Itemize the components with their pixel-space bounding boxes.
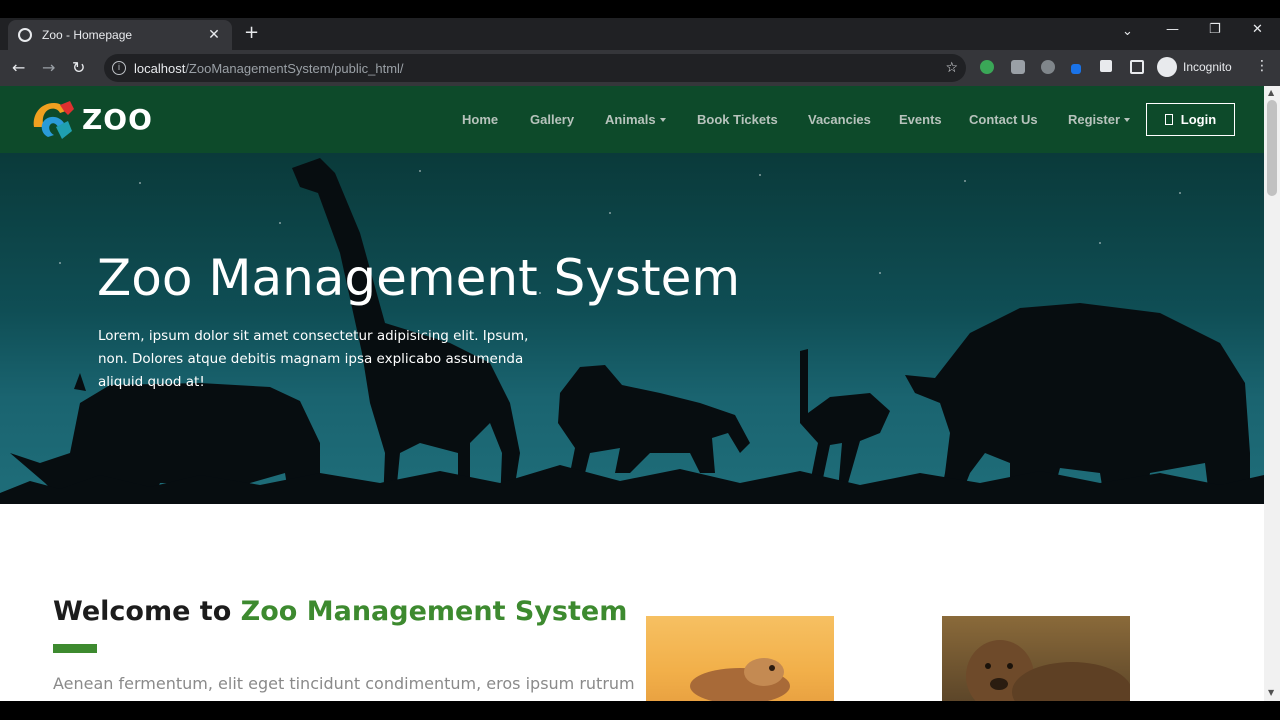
nav-events[interactable]: Events: [899, 86, 942, 153]
pen-icon[interactable]: [1071, 64, 1081, 74]
login-label: Login: [1180, 112, 1217, 127]
side-panel-icon[interactable]: [1130, 60, 1144, 74]
welcome-heading: Welcome to Zoo Management System: [53, 596, 627, 627]
scroll-down-icon[interactable]: ▼: [1268, 688, 1274, 697]
bear-photo: [942, 616, 1130, 701]
star-icon[interactable]: ☆: [945, 60, 958, 76]
hero-banner: Zoo Management System Lorem, ipsum dolor…: [0, 153, 1264, 504]
reload-icon[interactable]: ↻: [72, 58, 85, 77]
tab-search-icon[interactable]: ⌄: [1122, 24, 1133, 39]
menu-icon[interactable]: ⋮: [1255, 58, 1269, 74]
incognito-label: Incognito: [1183, 60, 1232, 74]
screen-bottom-border: [0, 701, 1280, 720]
restore-icon[interactable]: ❐: [1209, 22, 1221, 37]
nav-register-label: Register: [1068, 112, 1121, 127]
gecko-image: [690, 658, 790, 701]
logo-text: ZOO: [82, 103, 153, 136]
cloud-icon[interactable]: [1041, 60, 1055, 74]
screen-top-border: [0, 0, 1280, 18]
extensions-icon[interactable]: [1100, 60, 1112, 72]
back-icon[interactable]: ←: [12, 58, 25, 77]
caret-down-icon: [1124, 117, 1131, 122]
browser-tab[interactable]: Zoo - Homepage ✕: [8, 20, 232, 50]
page-viewport: ZOO Home Gallery Animals Book Tickets Va…: [0, 86, 1264, 701]
globe-icon: [18, 28, 32, 42]
info-icon[interactable]: i: [112, 61, 126, 75]
url-path: /ZooManagementSystem/public_html/: [185, 60, 404, 76]
tab-close-icon[interactable]: ✕: [206, 27, 222, 43]
nav-events-label: Events: [899, 112, 942, 127]
extension-icon[interactable]: [980, 60, 994, 74]
forward-icon[interactable]: →: [42, 58, 55, 77]
login-button[interactable]: Login: [1146, 103, 1235, 136]
tab-title: Zoo - Homepage: [42, 28, 133, 42]
bear-image: [966, 640, 1130, 701]
scrollbar-thumb[interactable]: [1267, 100, 1277, 196]
window-close-icon[interactable]: ✕: [1252, 22, 1263, 37]
nav-animals-label: Animals: [605, 112, 656, 127]
browser-toolbar: ← → ↻ i localhost /ZooManagementSystem/p…: [0, 50, 1280, 86]
minimize-icon[interactable]: —: [1166, 22, 1179, 37]
address-bar[interactable]: i localhost /ZooManagementSystem/public_…: [104, 54, 966, 82]
zoo-logo-icon: [33, 101, 74, 139]
nav-book-tickets-label: Book Tickets: [697, 112, 778, 127]
nav-gallery[interactable]: Gallery: [530, 86, 574, 153]
incognito-indicator[interactable]: Incognito: [1157, 56, 1232, 78]
nav-register-dropdown[interactable]: Register: [1068, 86, 1131, 153]
nav-home-label: Home: [462, 112, 499, 127]
hero-title: Zoo Management System: [97, 249, 741, 307]
nav-contact-us-label: Contact Us: [969, 112, 1038, 127]
login-icon: [1164, 114, 1173, 125]
nav-animals-dropdown[interactable]: Animals: [605, 86, 666, 153]
nav-gallery-label: Gallery: [530, 112, 575, 127]
nav-home[interactable]: Home: [462, 86, 498, 153]
nav-contact-us[interactable]: Contact Us: [969, 86, 1038, 153]
nav-book-tickets[interactable]: Book Tickets: [697, 86, 778, 153]
new-tab-button[interactable]: +: [244, 22, 259, 43]
welcome-lead-text: Aenean fermentum, elit eget tincidunt co…: [53, 674, 635, 693]
scroll-up-icon[interactable]: ▲: [1268, 88, 1274, 97]
welcome-accent: Zoo Management System: [240, 596, 628, 627]
incognito-icon: [1157, 57, 1177, 77]
nav-vacancies-label: Vacancies: [808, 112, 871, 127]
heading-underline: [53, 644, 97, 653]
gecko-photo: [646, 616, 834, 701]
url-host: localhost: [134, 60, 186, 76]
welcome-prefix: Welcome to: [53, 596, 241, 627]
nav-vacancies[interactable]: Vacancies: [808, 86, 871, 153]
page-scrollbar[interactable]: ▲ ▼: [1264, 86, 1280, 701]
zoo-logo[interactable]: ZOO: [30, 97, 160, 143]
site-navbar: ZOO Home Gallery Animals Book Tickets Va…: [0, 86, 1264, 153]
hero-description: Lorem, ipsum dolor sit amet consectetur …: [98, 328, 529, 390]
tab-strip: Zoo - Homepage ✕ + ⌄ — ❐ ✕: [0, 18, 1280, 50]
camera-icon[interactable]: [1011, 60, 1025, 74]
caret-down-icon: [659, 117, 666, 122]
